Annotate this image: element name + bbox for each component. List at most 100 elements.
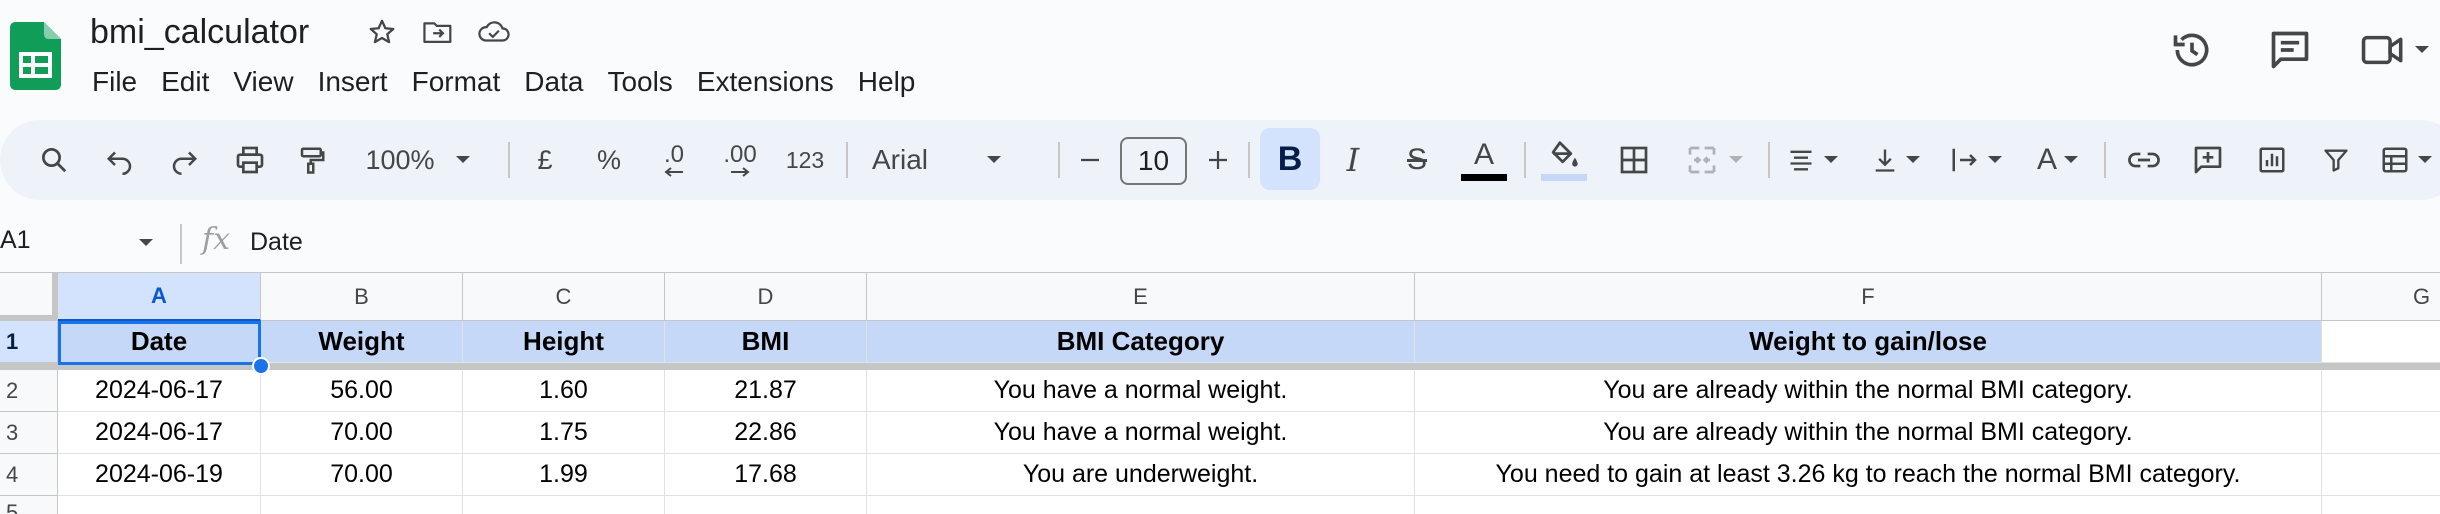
- formula-input[interactable]: Date: [250, 228, 303, 257]
- meet-camera-icon[interactable]: [2360, 30, 2440, 70]
- row-header-1[interactable]: 1: [0, 321, 58, 363]
- column-header-a[interactable]: A: [58, 273, 261, 321]
- table-cell[interactable]: 1.99: [463, 454, 665, 496]
- cell-d1[interactable]: BMI: [665, 321, 867, 363]
- row-header-4[interactable]: 4: [0, 454, 58, 496]
- table-cell[interactable]: 2024-06-19: [58, 454, 261, 496]
- menu-format[interactable]: Format: [400, 62, 513, 102]
- strikethrough-button[interactable]: S: [1400, 120, 1434, 200]
- format-percent-button[interactable]: %: [594, 120, 624, 200]
- align-icon[interactable]: [1780, 120, 1844, 200]
- decrease-decimal-button[interactable]: .0: [652, 120, 696, 200]
- valign-icon[interactable]: [1864, 120, 1928, 200]
- table-cell[interactable]: You have a normal weight.: [867, 412, 1415, 454]
- undo-icon[interactable]: [100, 120, 140, 200]
- table-cell[interactable]: [463, 496, 665, 514]
- table-cell[interactable]: You are already within the normal BMI ca…: [1415, 370, 2322, 412]
- row-header-2[interactable]: 2: [0, 370, 58, 412]
- cell-b1[interactable]: Weight: [261, 321, 463, 363]
- menu-tools[interactable]: Tools: [595, 62, 684, 102]
- cloud-saved-icon[interactable]: [476, 14, 512, 50]
- table-cell[interactable]: 1.60: [463, 370, 665, 412]
- print-icon[interactable]: [228, 120, 272, 200]
- table-cell[interactable]: [867, 496, 1415, 514]
- italic-button[interactable]: I: [1338, 120, 1368, 200]
- move-to-folder-icon[interactable]: [420, 14, 456, 50]
- redo-icon[interactable]: [164, 120, 204, 200]
- insert-chart-icon[interactable]: [2252, 120, 2292, 200]
- table-cell[interactable]: 22.86: [665, 412, 867, 454]
- filter-icon[interactable]: [2316, 120, 2356, 200]
- menu-insert[interactable]: Insert: [306, 62, 400, 102]
- menu-view[interactable]: View: [221, 62, 305, 102]
- menu-file[interactable]: File: [80, 62, 149, 102]
- frozen-row-divider[interactable]: [0, 363, 2440, 370]
- row-header-3[interactable]: 3: [0, 412, 58, 454]
- increase-font-size-button[interactable]: [1200, 120, 1236, 200]
- menu-help[interactable]: Help: [846, 62, 928, 102]
- more-formats-button[interactable]: 123: [784, 120, 826, 200]
- chevron-down-icon[interactable]: [138, 238, 154, 248]
- column-header-f[interactable]: F: [1415, 273, 2322, 321]
- table-view-icon[interactable]: [2374, 120, 2438, 200]
- column-header-c[interactable]: C: [463, 273, 665, 321]
- paint-format-icon[interactable]: [292, 120, 332, 200]
- merge-cells-icon[interactable]: [1678, 120, 1750, 200]
- table-cell[interactable]: You need to gain at least 3.26 kg to rea…: [1415, 454, 2322, 496]
- table-cell[interactable]: [1415, 496, 2322, 514]
- comments-icon[interactable]: [2262, 22, 2318, 78]
- table-cell[interactable]: You are already within the normal BMI ca…: [1415, 412, 2322, 454]
- fill-handle[interactable]: [252, 357, 270, 375]
- table-cell[interactable]: You are underweight.: [867, 454, 1415, 496]
- increase-decimal-button[interactable]: .00: [718, 120, 762, 200]
- column-header-e[interactable]: E: [867, 273, 1415, 321]
- search-icon[interactable]: [34, 120, 74, 200]
- name-box[interactable]: A1: [0, 226, 31, 255]
- table-cell[interactable]: [58, 496, 261, 514]
- table-cell[interactable]: [2322, 454, 2440, 496]
- table-cell[interactable]: [665, 496, 867, 514]
- table-cell[interactable]: 2024-06-17: [58, 412, 261, 454]
- text-color-button[interactable]: A: [1460, 120, 1508, 200]
- column-header-b[interactable]: B: [261, 273, 463, 321]
- table-cell[interactable]: 1.75: [463, 412, 665, 454]
- cell-c1[interactable]: Height: [463, 321, 665, 363]
- font-select[interactable]: Arial: [872, 120, 1032, 200]
- menu-data[interactable]: Data: [512, 62, 595, 102]
- borders-icon[interactable]: [1614, 120, 1654, 200]
- table-cell[interactable]: 70.00: [261, 454, 463, 496]
- text-wrap-icon[interactable]: [1944, 120, 2008, 200]
- bold-button[interactable]: B: [1260, 128, 1320, 190]
- sheets-logo-icon[interactable]: [10, 22, 61, 90]
- fill-color-icon[interactable]: [1540, 120, 1588, 200]
- text-rotation-button[interactable]: A: [2026, 120, 2090, 200]
- font-size-input[interactable]: 10: [1120, 137, 1187, 185]
- column-header-d[interactable]: D: [665, 273, 867, 321]
- table-cell[interactable]: [261, 496, 463, 514]
- add-comment-icon[interactable]: [2188, 120, 2228, 200]
- table-cell[interactable]: 2024-06-17: [58, 370, 261, 412]
- decrease-font-size-button[interactable]: [1072, 120, 1108, 200]
- row-header-5[interactable]: 5: [0, 496, 58, 514]
- table-cell[interactable]: [2322, 370, 2440, 412]
- cell-g1[interactable]: [2322, 321, 2440, 363]
- column-header-g[interactable]: G: [2322, 273, 2440, 321]
- menu-extensions[interactable]: Extensions: [685, 62, 846, 102]
- table-cell[interactable]: [2322, 496, 2440, 514]
- document-title[interactable]: bmi_calculator: [90, 10, 309, 54]
- select-all-corner[interactable]: [0, 273, 58, 321]
- link-icon[interactable]: [2124, 120, 2164, 200]
- table-cell[interactable]: You have a normal weight.: [867, 370, 1415, 412]
- cell-e1[interactable]: BMI Category: [867, 321, 1415, 363]
- table-cell[interactable]: [2322, 412, 2440, 454]
- cell-a1[interactable]: Date: [58, 321, 261, 363]
- menu-edit[interactable]: Edit: [149, 62, 221, 102]
- cell-f1[interactable]: Weight to gain/lose: [1415, 321, 2322, 363]
- zoom-select[interactable]: 100%: [358, 120, 478, 200]
- table-cell[interactable]: 70.00: [261, 412, 463, 454]
- table-cell[interactable]: 56.00: [261, 370, 463, 412]
- star-icon[interactable]: [364, 14, 400, 50]
- table-cell[interactable]: 17.68: [665, 454, 867, 496]
- history-icon[interactable]: [2164, 22, 2220, 78]
- table-cell[interactable]: 21.87: [665, 370, 867, 412]
